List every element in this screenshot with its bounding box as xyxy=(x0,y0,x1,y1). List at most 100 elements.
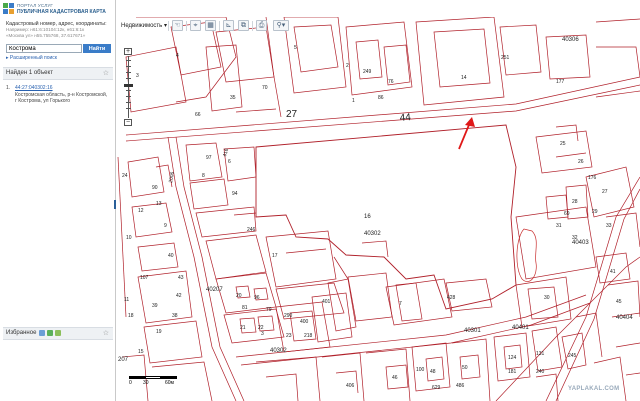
parcel-label: 17 xyxy=(272,253,278,259)
parcel-label: 2 xyxy=(346,63,349,69)
logo-icon xyxy=(3,3,14,14)
quarter-label: 40302 xyxy=(364,231,381,237)
parcel-label: 70 xyxy=(262,85,268,91)
toolbar-separator xyxy=(186,21,187,31)
sidebar: ПОРТАЛ УСЛУГ ПУБЛИЧНАЯ КАДАСТРОВАЯ КАРТА… xyxy=(0,0,119,401)
measure-icon[interactable]: ⊾ xyxy=(223,20,234,31)
parcel-label: 76 xyxy=(388,79,394,85)
parcel-label: 66 xyxy=(195,112,201,118)
parcel-label: 38 xyxy=(172,313,178,319)
parcel-label: 107 xyxy=(140,275,149,281)
star-icon[interactable]: ☆ xyxy=(103,329,109,337)
parcel-label: 48 xyxy=(430,369,436,375)
parcel-label: 4 xyxy=(176,53,179,59)
zoom-out-button[interactable]: − xyxy=(124,119,132,126)
favorites-folder-icon[interactable] xyxy=(55,330,61,336)
main-parcel xyxy=(255,124,517,310)
logo-line2: ПУБЛИЧНАЯ КАДАСТРОВАЯ КАРТА xyxy=(17,9,106,15)
street-number-label: 44 xyxy=(399,112,411,124)
road-line xyxy=(175,136,245,401)
parcel-label: 29 xyxy=(592,209,598,215)
link-icon[interactable]: ⚲▾ xyxy=(273,20,289,31)
parcel-label: 81 xyxy=(242,305,248,311)
parcel-label: 31 xyxy=(556,223,562,229)
parcel-label: 18 xyxy=(128,313,134,319)
parcel-label: 25 xyxy=(560,141,566,147)
parcel-label: 251 xyxy=(501,55,510,61)
parcel-label: 33 xyxy=(606,223,612,229)
search-button[interactable]: Найти xyxy=(83,44,111,53)
search-example-2: «Москва ул» н55.755768, 37.617671» xyxy=(6,33,86,38)
select-parcel-icon[interactable]: ⌖ xyxy=(190,20,201,31)
parcel-label: 13 xyxy=(156,201,162,207)
star-icon[interactable]: ☆ xyxy=(103,69,109,77)
result-cadastral-link[interactable]: 44:27:040302:16 xyxy=(15,85,53,91)
parcel-label: 3 xyxy=(136,73,139,79)
parcel-label: 240 xyxy=(536,369,545,375)
quarter-label: 40207 xyxy=(206,287,223,293)
quarter-label: 207 xyxy=(118,357,129,363)
favorites-export-icon[interactable] xyxy=(47,330,53,336)
zoom-slider-handle[interactable] xyxy=(124,84,133,87)
parcel-label: 39 xyxy=(152,303,158,309)
parcel-label: 40 xyxy=(168,253,174,259)
parcel-label: 50 xyxy=(462,365,468,371)
parcel-label: 90 xyxy=(152,185,158,191)
parcel-label: 428 xyxy=(447,295,456,301)
search-input[interactable] xyxy=(6,44,82,53)
parcel-label: 1 xyxy=(352,98,355,104)
layers-icon[interactable]: ⧉ xyxy=(238,20,249,31)
quarter-label: 40302 xyxy=(270,348,287,354)
quarter-label: 40403 xyxy=(572,240,589,246)
parcel-label: 15 xyxy=(138,349,144,355)
cadastral-map[interactable]: 249 76 70 14 251 177 35 1 86 66 2 3 4 5 … xyxy=(116,17,640,401)
favorites-title: Избранное xyxy=(6,330,37,336)
road-line xyxy=(235,294,587,358)
results-title: Найден 1 объект xyxy=(6,70,53,76)
parcel-label: 486 xyxy=(456,383,465,389)
parcel-label: 218 xyxy=(304,333,313,339)
street-line xyxy=(125,84,640,142)
parcel-label: 131 xyxy=(536,351,545,357)
parcel-label: 79 xyxy=(266,307,272,313)
identify-icon[interactable]: ▦ xyxy=(205,20,216,31)
parcel-label: 2006 xyxy=(168,171,176,183)
advanced-search-link[interactable]: ▸ Расширенный поиск xyxy=(6,55,57,61)
results-header: Найден 1 объект ☆ xyxy=(3,67,113,80)
red-arrow-icon xyxy=(458,117,475,150)
search-hint: Кадастровый номер, адрес, координаты: На… xyxy=(6,21,114,39)
favorites-add-icon[interactable] xyxy=(39,330,45,336)
parcel-label: 42 xyxy=(176,293,182,299)
parcel-label: 45 xyxy=(616,299,622,305)
parcel-label: 177 xyxy=(556,79,565,85)
parcel-label: 21 xyxy=(240,325,246,331)
result-number: 1. xyxy=(6,85,11,91)
parcel-label: 181 xyxy=(508,369,517,375)
hand-pan-icon[interactable]: ☜ xyxy=(172,20,183,31)
parcel-label: 416 xyxy=(222,148,230,158)
parcel-label: 3 xyxy=(261,331,264,337)
zoom-control: + − xyxy=(124,48,133,126)
layer-select[interactable]: Недвижимость ▾ xyxy=(121,22,167,29)
parcel-label: 43 xyxy=(178,275,184,281)
favorites-header: Избранное ☆ xyxy=(3,327,113,340)
result-address: Костромская область, р-н Костромской, г … xyxy=(15,92,108,104)
pond-outline xyxy=(516,228,537,282)
parcel-label: 246 xyxy=(247,227,256,233)
logo-line1: ПОРТАЛ УСЛУГ xyxy=(17,3,54,8)
parcel-label: 96 xyxy=(254,295,260,301)
parcel-label: 10 xyxy=(126,235,132,241)
parcel-label: 35 xyxy=(230,95,236,101)
scale-label-60: 60м xyxy=(165,380,174,386)
parcel-label: 100 xyxy=(416,367,425,373)
parcel-label: 245 xyxy=(568,353,577,359)
parcel-label: 97 xyxy=(206,155,212,161)
scale-bar: 0 30 60м xyxy=(129,376,177,386)
toolbar-separator xyxy=(219,21,220,31)
portal-logo[interactable]: ПОРТАЛ УСЛУГ ПУБЛИЧНАЯ КАДАСТРОВАЯ КАРТА xyxy=(3,3,113,17)
zoom-in-button[interactable]: + xyxy=(124,48,132,55)
print-icon[interactable]: ⎙ xyxy=(256,20,267,31)
block-number-label: 27 xyxy=(286,109,298,120)
parcel-label: 19 xyxy=(156,329,162,335)
parcel-label: 9 xyxy=(164,223,167,229)
